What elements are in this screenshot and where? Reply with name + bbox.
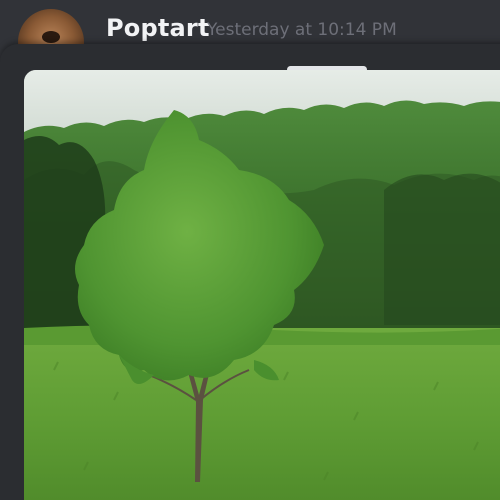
avatar-icon	[42, 31, 60, 43]
username[interactable]: Poptart	[106, 14, 210, 42]
screen: Poptart Yesterday at 10:14 PM	[0, 0, 500, 500]
message-timestamp: Yesterday at 10:14 PM	[207, 20, 397, 40]
photo-tree-in-field	[24, 70, 500, 500]
image-attachment[interactable]	[24, 70, 500, 500]
